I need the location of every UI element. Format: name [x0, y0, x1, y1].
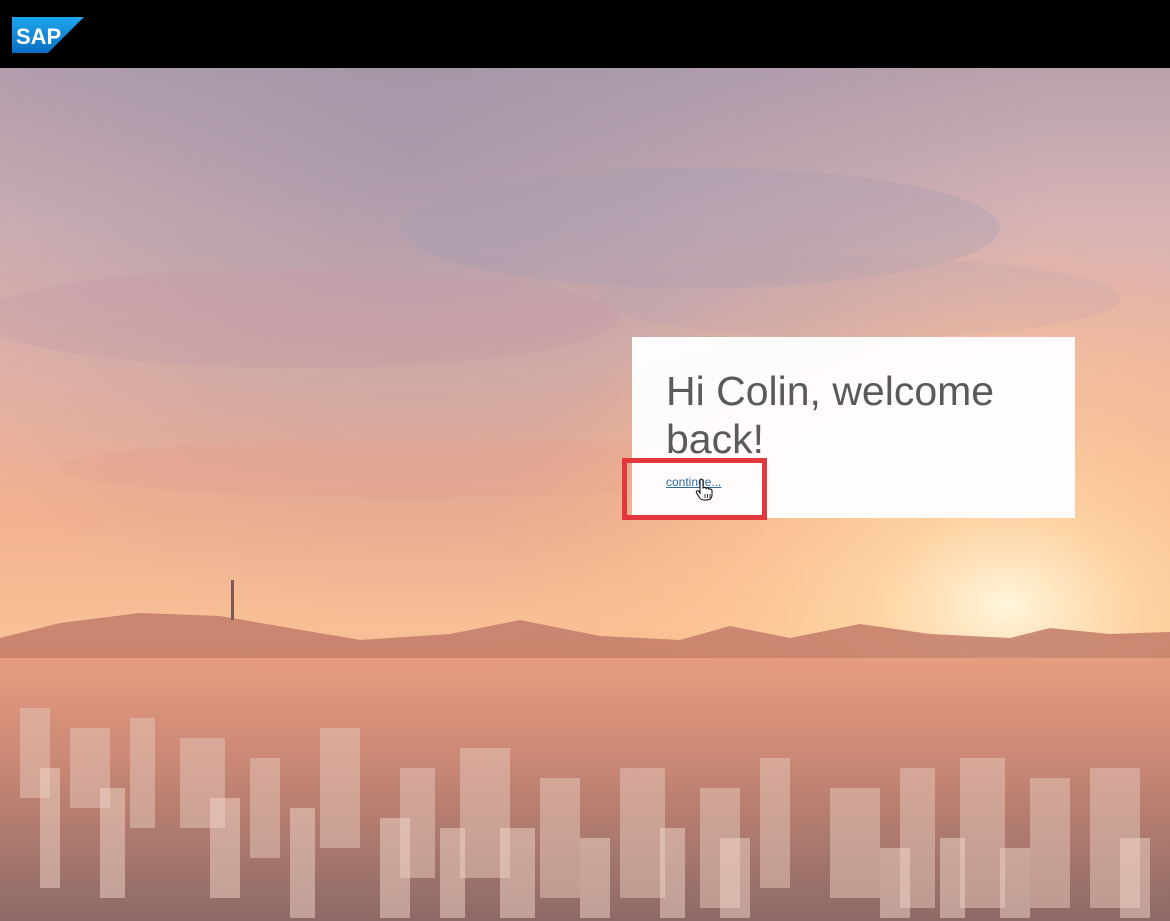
- continue-link[interactable]: continue...: [666, 475, 721, 489]
- top-bar: SAP: [0, 0, 1170, 68]
- welcome-card: Hi Colin, welcome back! continue...: [632, 337, 1075, 518]
- sap-logo: SAP: [12, 17, 84, 53]
- welcome-greeting: Hi Colin, welcome back!: [666, 368, 995, 462]
- svg-text:SAP: SAP: [16, 24, 61, 49]
- page: SAP Hi Colin, welcome back! continue...: [0, 0, 1170, 921]
